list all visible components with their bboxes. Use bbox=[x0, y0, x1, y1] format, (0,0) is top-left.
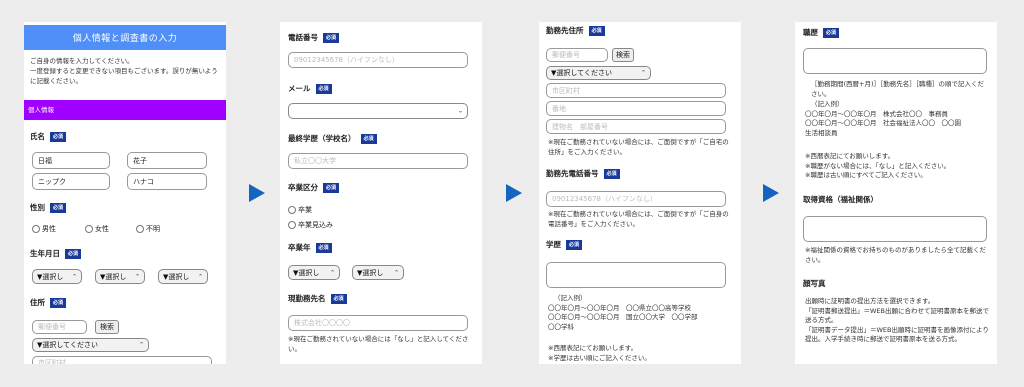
form-panel-contact-education: 電話番号 必須 09012345678（ハイフンなし） メール 必須 ⌄ 最終学歴（… bbox=[280, 22, 482, 364]
intro-text: ご自身の情報を入力してください。 一度登録すると変更できない項目もございます。誤… bbox=[30, 57, 218, 85]
radio-icon bbox=[288, 206, 296, 214]
work-building-input[interactable]: 建物名 部屋番号 bbox=[546, 119, 726, 134]
phone-input[interactable]: 09012345678（ハイフンなし） bbox=[288, 52, 468, 68]
work-phone-note: ※現在ご勤務されていない場合には、ご面倒ですが「ご自身の電話番号」をご入力くださ… bbox=[548, 210, 729, 228]
form-panel-workplace: 勤務先住所 必須 郵便番号 検索 ▼選択してください ⌃ 市区町村 番地 建物名 部… bbox=[539, 22, 741, 364]
school-label: 最終学歴（学校名） 必須 bbox=[288, 133, 377, 144]
education-example: （記入例） 〇〇年〇月～〇〇年〇月 〇〇県立〇〇高等学校 〇〇年〇月～〇〇年〇月… bbox=[548, 294, 698, 331]
first-name-input[interactable]: 花子 bbox=[127, 152, 207, 169]
required-badge: 必須 bbox=[360, 133, 377, 144]
required-badge: 必須 bbox=[50, 202, 67, 213]
postal-search-button[interactable]: 検索 bbox=[95, 320, 119, 334]
employer-note: ※現在ご勤務されていない場合には「なし」と記入してください。 bbox=[288, 335, 469, 353]
work-phone-input[interactable]: 09012345678（ハイフンなし） bbox=[546, 191, 726, 207]
chevron-down-icon: ⌄ bbox=[457, 107, 463, 115]
dob-year-select[interactable]: ▼選択し ⌃ bbox=[32, 269, 82, 284]
required-badge: 必須 bbox=[823, 27, 840, 38]
required-badge: 必須 bbox=[330, 293, 347, 304]
phone-label: 電話番号 必須 bbox=[288, 32, 340, 43]
first-name-kana-input[interactable]: ハナコ bbox=[127, 173, 207, 190]
employer-input[interactable]: 株式会社〇〇〇〇 bbox=[288, 315, 468, 331]
chevron-icon: ⌃ bbox=[71, 273, 77, 280]
employer-label: 現勤務先名 必須 bbox=[288, 293, 347, 304]
chevron-icon: ⌃ bbox=[197, 273, 203, 280]
radio-icon bbox=[288, 221, 296, 229]
required-badge: 必須 bbox=[315, 242, 332, 253]
required-badge: 必須 bbox=[603, 168, 620, 179]
dob-day-select[interactable]: ▼選択し ⌃ bbox=[158, 269, 208, 284]
graduation-label: 卒業区分 必須 bbox=[288, 182, 340, 193]
chevron-icon: ⌃ bbox=[640, 69, 646, 77]
photo-instructions: 出願時に証明書の提出方法を選択できます。 「証明書郵送提出」＝WEB出願に合わせ… bbox=[805, 297, 989, 343]
qualification-note: ※福祉関係の資格でお持ちのものがありましたら全て記載ください。 bbox=[805, 246, 986, 264]
grad-year-select[interactable]: ▼選択し ⌃ bbox=[288, 265, 340, 280]
career-label: 職歴 必須 bbox=[803, 27, 840, 38]
work-address-note: ※現在ご勤務されていない場合には、ご面倒ですが「ご自宅の住所」をご入力ください。 bbox=[548, 138, 729, 156]
qualification-label: 取得資格（福祉関係） bbox=[803, 195, 878, 204]
postal-code-input[interactable]: 郵便番号 bbox=[32, 320, 87, 334]
grad-month-select[interactable]: ▼選択し ⌃ bbox=[352, 265, 404, 280]
form-panel-career: 職歴 必須 ［勤務期間(西暦+月)］［勤務先名］［職種］の順で記入ください。 （記… bbox=[795, 22, 997, 364]
school-input[interactable]: 私立〇〇大学 bbox=[288, 153, 468, 169]
career-format-note: ［勤務期間(西暦+月)］［勤務先名］［職種］の順で記入ください。 bbox=[811, 80, 985, 98]
required-badge: 必須 bbox=[566, 239, 583, 250]
qualification-textarea[interactable] bbox=[803, 216, 987, 242]
city-input[interactable]: 市区町村 bbox=[32, 356, 212, 364]
radio-icon bbox=[32, 225, 40, 233]
page-header: 個人情報と調査書の入力 bbox=[24, 25, 226, 50]
chevron-icon: ⌃ bbox=[329, 269, 335, 276]
required-badge: 必須 bbox=[323, 32, 340, 43]
chevron-icon: ⌃ bbox=[138, 341, 144, 349]
photo-label: 顔写真 bbox=[803, 279, 826, 288]
career-notes: ※西暦表記にてお願いします。 ※職歴がない場合には、「なし」と記入ください。 ※… bbox=[805, 152, 951, 179]
grad-radio-graduated[interactable]: 卒業 bbox=[288, 205, 312, 215]
work-address-label: 勤務先住所 必須 bbox=[546, 25, 605, 36]
required-badge: 必須 bbox=[50, 297, 67, 308]
required-badge: 必須 bbox=[50, 131, 67, 142]
chevron-icon: ⌃ bbox=[134, 273, 140, 280]
radio-icon bbox=[85, 225, 93, 233]
address-label: 住所 必須 bbox=[30, 297, 67, 308]
section-bar-personal: 個人情報 bbox=[24, 100, 226, 120]
radio-icon bbox=[136, 225, 144, 233]
prefecture-select[interactable]: ▼選択してください ⌃ bbox=[32, 338, 149, 352]
education-notes: ※西暦表記にてお願いします。 ※学歴は古い順にご記入ください。 bbox=[548, 344, 651, 362]
required-badge: 必須 bbox=[315, 83, 332, 94]
required-badge: 必須 bbox=[65, 248, 82, 259]
work-street-input[interactable]: 番地 bbox=[546, 101, 726, 116]
work-postal-input[interactable]: 郵便番号 bbox=[546, 48, 608, 62]
grad-radio-expected[interactable]: 卒業見込み bbox=[288, 220, 333, 230]
step-arrow-2 bbox=[506, 184, 522, 202]
work-phone-label: 勤務先電話番号 必須 bbox=[546, 168, 620, 179]
work-prefecture-select[interactable]: ▼選択してください ⌃ bbox=[546, 66, 651, 80]
gender-radio-unknown[interactable]: 不明 bbox=[136, 224, 160, 234]
dob-month-select[interactable]: ▼選択し ⌃ bbox=[95, 269, 145, 284]
step-arrow-1 bbox=[249, 184, 265, 202]
required-badge: 必須 bbox=[588, 25, 605, 36]
education-label: 学歴 必須 bbox=[546, 239, 583, 250]
mail-label: メール 必須 bbox=[288, 83, 332, 94]
gender-radio-male[interactable]: 男性 bbox=[32, 224, 56, 234]
step-arrow-3 bbox=[763, 184, 779, 202]
required-badge: 必須 bbox=[323, 182, 340, 193]
education-textarea[interactable] bbox=[546, 262, 726, 288]
career-example: （記入例） 〇〇年〇月～〇〇年〇月 株式会社〇〇 事務員 〇〇年〇月～〇〇年〇月… bbox=[805, 100, 961, 137]
career-textarea[interactable] bbox=[803, 48, 987, 74]
gender-radio-female[interactable]: 女性 bbox=[85, 224, 109, 234]
work-postal-search-button[interactable]: 検索 bbox=[612, 48, 634, 62]
form-panel-personal-info: 個人情報と調査書の入力 ご自身の情報を入力してください。 一度登録すると変更でき… bbox=[24, 22, 226, 364]
gender-label: 性別 必須 bbox=[30, 202, 67, 213]
dob-label: 生年月日 必須 bbox=[30, 248, 82, 259]
chevron-icon: ⌃ bbox=[393, 269, 399, 276]
last-name-kana-input[interactable]: ニップク bbox=[32, 173, 110, 190]
last-name-input[interactable]: 日福 bbox=[32, 152, 110, 169]
mail-select[interactable]: ⌄ bbox=[288, 103, 468, 119]
grad-year-label: 卒業年 必須 bbox=[288, 242, 332, 253]
work-city-input[interactable]: 市区町村 bbox=[546, 83, 726, 98]
name-label: 氏名 必須 bbox=[30, 131, 67, 142]
